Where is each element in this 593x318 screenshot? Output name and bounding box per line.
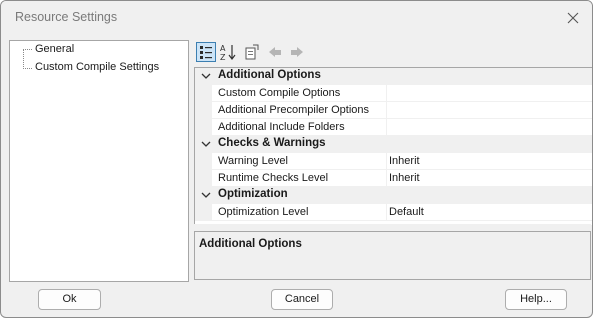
settings-tree[interactable]: General Custom Compile Settings — [9, 40, 189, 282]
property-grid: Additional Options Custom Compile Option… — [194, 67, 592, 225]
tree-item-label: General — [35, 43, 75, 55]
property-value-text: Inherit — [389, 172, 420, 184]
row-gutter — [195, 170, 212, 187]
categorized-icon — [200, 46, 212, 59]
resource-settings-dialog: Resource Settings General Custom Compile… — [0, 0, 593, 318]
dialog-title: Resource Settings — [15, 10, 118, 24]
property-row[interactable]: Additional Include Folders — [195, 119, 592, 136]
description-panel: Additional Options — [194, 231, 591, 280]
property-grid-toolbar: A Z — [194, 41, 592, 66]
property-row[interactable]: Warning Level Inherit — [195, 153, 592, 170]
property-name: Warning Level — [218, 155, 288, 167]
property-pages-icon — [245, 44, 259, 60]
forward-button[interactable] — [287, 42, 307, 62]
tree-connector-line — [23, 68, 32, 69]
property-value-text: Default — [389, 206, 424, 218]
property-name: Additional Precompiler Options — [218, 104, 370, 116]
forward-icon — [291, 47, 303, 57]
property-name: Custom Compile Options — [218, 87, 341, 99]
row-gutter — [195, 204, 212, 221]
cancel-button[interactable]: Cancel — [271, 289, 333, 310]
close-icon — [567, 12, 579, 24]
row-gutter — [195, 85, 212, 102]
property-row[interactable]: Custom Compile Options — [195, 85, 592, 102]
category-label: Checks & Warnings — [218, 137, 326, 149]
svg-text:Z: Z — [220, 53, 226, 62]
property-row[interactable]: Optimization Level Default — [195, 204, 592, 221]
sort-alphabetical-button[interactable]: A Z — [219, 42, 239, 62]
collapse-chevron-icon[interactable] — [201, 188, 211, 202]
property-value[interactable]: Inherit — [386, 153, 592, 170]
collapse-chevron-icon[interactable] — [201, 137, 211, 151]
back-icon — [269, 47, 281, 57]
property-name: Additional Include Folders — [218, 121, 345, 133]
sort-alphabetical-icon: A Z — [220, 44, 236, 62]
svg-text:A: A — [220, 44, 226, 53]
category-label: Optimization — [218, 188, 288, 200]
tree-connector-line — [23, 49, 32, 50]
title-bar: Resource Settings — [1, 1, 592, 37]
property-value[interactable] — [386, 85, 592, 102]
category-label: Additional Options — [218, 69, 321, 81]
description-title: Additional Options — [199, 238, 302, 250]
property-name: Runtime Checks Level — [218, 172, 329, 184]
property-name: Optimization Level — [218, 206, 309, 218]
property-value[interactable]: Inherit — [386, 170, 592, 187]
back-button[interactable] — [265, 42, 285, 62]
property-value[interactable] — [386, 102, 592, 119]
ok-button[interactable]: Ok — [38, 289, 101, 310]
tree-connector-line — [23, 49, 24, 69]
category-optimization[interactable]: Optimization — [195, 187, 592, 204]
row-gutter — [195, 102, 212, 119]
property-value[interactable]: Default — [386, 204, 592, 221]
grid-splitter[interactable] — [194, 224, 591, 228]
category-checks-warnings[interactable]: Checks & Warnings — [195, 136, 592, 153]
tree-item-label: Custom Compile Settings — [35, 61, 160, 73]
row-gutter — [195, 153, 212, 170]
collapse-chevron-icon[interactable] — [201, 69, 211, 83]
categorized-button[interactable] — [196, 42, 216, 62]
help-button[interactable]: Help... — [505, 289, 567, 310]
property-value-text: Inherit — [389, 155, 420, 167]
property-row[interactable]: Additional Precompiler Options — [195, 102, 592, 119]
category-additional-options[interactable]: Additional Options — [195, 68, 592, 85]
row-gutter — [195, 119, 212, 136]
property-value[interactable] — [386, 119, 592, 136]
close-button[interactable] — [561, 7, 585, 29]
property-row[interactable]: Runtime Checks Level Inherit — [195, 170, 592, 187]
property-pages-button[interactable] — [242, 42, 262, 62]
